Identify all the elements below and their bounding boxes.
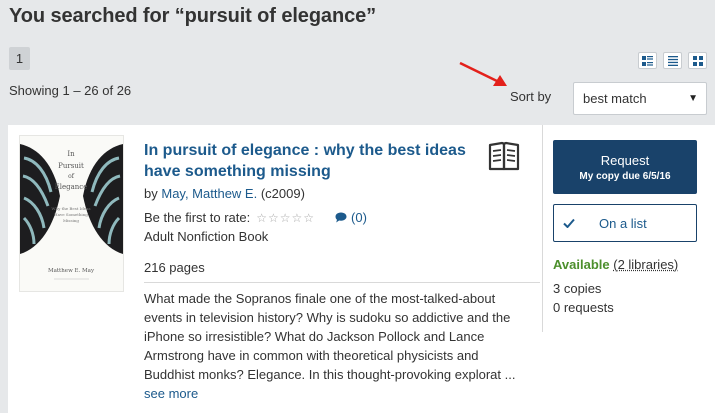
book-cover[interactable]: In Pursuit of Elegance Why the Best Idea…	[19, 135, 124, 292]
list-view-button[interactable]	[638, 52, 657, 69]
availability-line: Available (2 libraries)	[553, 257, 678, 272]
view-toggle-group	[638, 52, 707, 69]
author-link[interactable]: May, Matthew E.	[161, 186, 257, 201]
pagination-page-1[interactable]: 1	[9, 47, 30, 70]
request-button[interactable]: Request My copy due 6/5/16	[553, 140, 697, 194]
comments-link[interactable]: (0)	[335, 210, 367, 225]
comment-count: (0)	[351, 210, 367, 225]
checkmark-icon	[563, 218, 579, 228]
sort-select-value: best match	[583, 91, 647, 106]
compact-view-button[interactable]	[663, 52, 682, 69]
cover-subtitle-line-1: Why the Best Ideas	[51, 206, 90, 211]
column-divider	[542, 125, 543, 332]
author-line: by May, Matthew E. (c2009)	[144, 186, 305, 201]
book-cover-art: In Pursuit of Elegance Why the Best Idea…	[20, 144, 123, 280]
libraries-link[interactable]: (2 libraries)	[613, 257, 678, 272]
cover-title-line-2: Pursuit	[58, 162, 84, 170]
grid-view-button[interactable]	[688, 52, 707, 69]
requests-count: 0 requests	[553, 300, 614, 315]
copies-count: 3 copies	[553, 281, 602, 296]
format-label: Adult Nonfiction Book	[144, 229, 269, 244]
publication-year: (c2009)	[260, 186, 305, 201]
book-description: What made the Sopranos finale one of the…	[144, 289, 530, 403]
cover-title-line-3: of	[68, 173, 75, 180]
availability-status: Available	[553, 257, 610, 272]
cover-author: Matthew E. May	[48, 268, 95, 274]
grid-view-icon	[692, 55, 703, 66]
annotation-arrow	[459, 61, 507, 86]
cover-subtitle-line-3: Missing	[63, 218, 79, 223]
page-count: 216 pages	[144, 260, 205, 275]
on-a-list-label: On a list	[599, 215, 647, 231]
request-label: Request	[600, 152, 650, 168]
cover-subtitle-line-2: Have Something	[54, 212, 88, 217]
by-label: by	[144, 186, 158, 201]
list-view-icon	[642, 55, 653, 66]
compact-view-icon	[667, 55, 678, 66]
caret-down-icon: ▼	[688, 93, 698, 104]
request-due-date: My copy due 6/5/16	[579, 170, 671, 182]
description-text: What made the Sopranos finale one of the…	[144, 291, 516, 382]
book-icon	[488, 141, 520, 171]
cover-title-line-4: Elegance	[55, 183, 88, 191]
rating-line: Be the first to rate: ☆☆☆☆☆ (0)	[144, 210, 367, 225]
star-rating-widget[interactable]: ☆☆☆☆☆	[256, 211, 315, 225]
sort-label: Sort by	[510, 89, 552, 104]
see-more-link[interactable]: see more	[144, 386, 198, 401]
book-title-link[interactable]: In pursuit of elegance : why the best id…	[144, 140, 479, 182]
search-results-title: You searched for “pursuit of elegance”	[9, 5, 377, 27]
results-count: Showing 1 – 26 of 26	[9, 83, 132, 98]
sort-select[interactable]: best match ▼	[573, 82, 707, 115]
on-a-list-button[interactable]: On a list	[553, 204, 697, 242]
search-result-card: In Pursuit of Elegance Why the Best Idea…	[8, 125, 715, 413]
description-divider	[144, 282, 540, 283]
rate-prompt: Be the first to rate:	[144, 210, 251, 225]
cover-title-line-1: In	[67, 150, 75, 158]
comment-icon	[335, 212, 347, 223]
